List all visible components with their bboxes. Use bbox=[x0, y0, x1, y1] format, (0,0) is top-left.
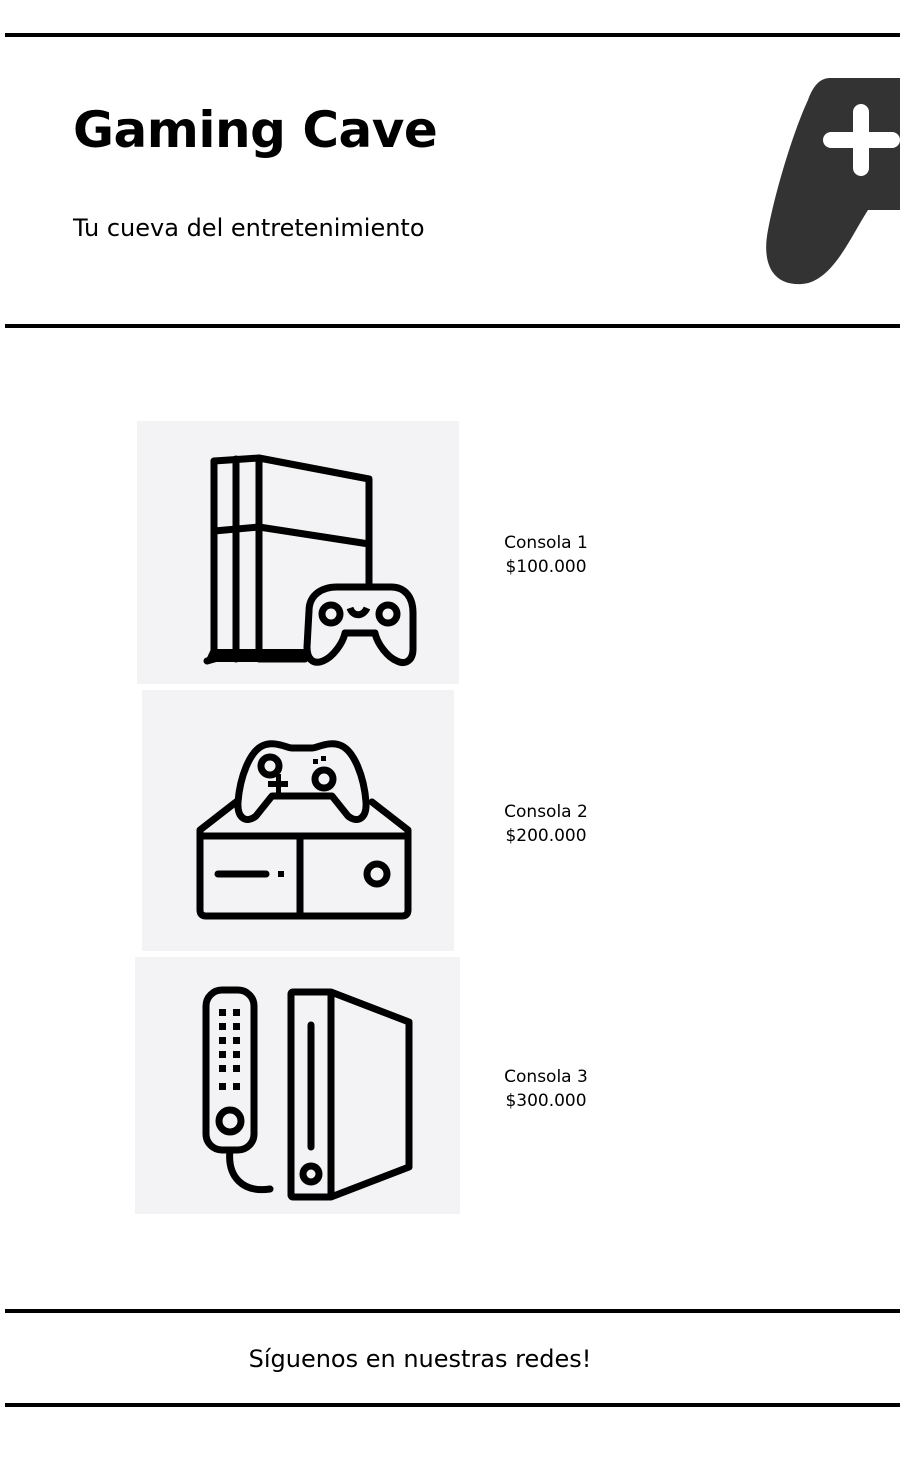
remote-and-console-icon bbox=[202, 986, 413, 1201]
product-price: $300.000 bbox=[505, 1091, 587, 1111]
product-name: Consola 1 bbox=[504, 533, 588, 553]
tower-console-with-controller-icon bbox=[203, 454, 417, 666]
social-follow-text: Síguenos en nuestras redes! bbox=[248, 1345, 592, 1373]
product-info-consola-2: Consola 2 $200.000 bbox=[486, 800, 606, 848]
product-price: $200.000 bbox=[505, 826, 587, 846]
page: Gaming Cave Tu cueva del entretenimiento bbox=[0, 0, 900, 1464]
product-name: Consola 3 bbox=[504, 1067, 588, 1087]
product-image-consola-1 bbox=[137, 421, 459, 684]
box-console-with-controller-icon bbox=[196, 740, 412, 920]
header-bottom-rule bbox=[5, 324, 900, 328]
product-image-consola-3 bbox=[135, 957, 460, 1214]
gamepad-plus-icon bbox=[760, 70, 900, 290]
header-top-rule bbox=[5, 33, 900, 37]
product-name: Consola 2 bbox=[504, 802, 588, 822]
product-info-consola-1: Consola 1 $100.000 bbox=[486, 531, 606, 579]
product-info-consola-3: Consola 3 $300.000 bbox=[486, 1065, 606, 1113]
product-image-consola-2 bbox=[142, 690, 454, 951]
footer-bottom-rule bbox=[5, 1403, 900, 1407]
site-tagline: Tu cueva del entretenimiento bbox=[73, 214, 425, 242]
footer-top-rule bbox=[5, 1309, 900, 1313]
product-price: $100.000 bbox=[505, 557, 587, 577]
site-title: Gaming Cave bbox=[73, 101, 438, 159]
